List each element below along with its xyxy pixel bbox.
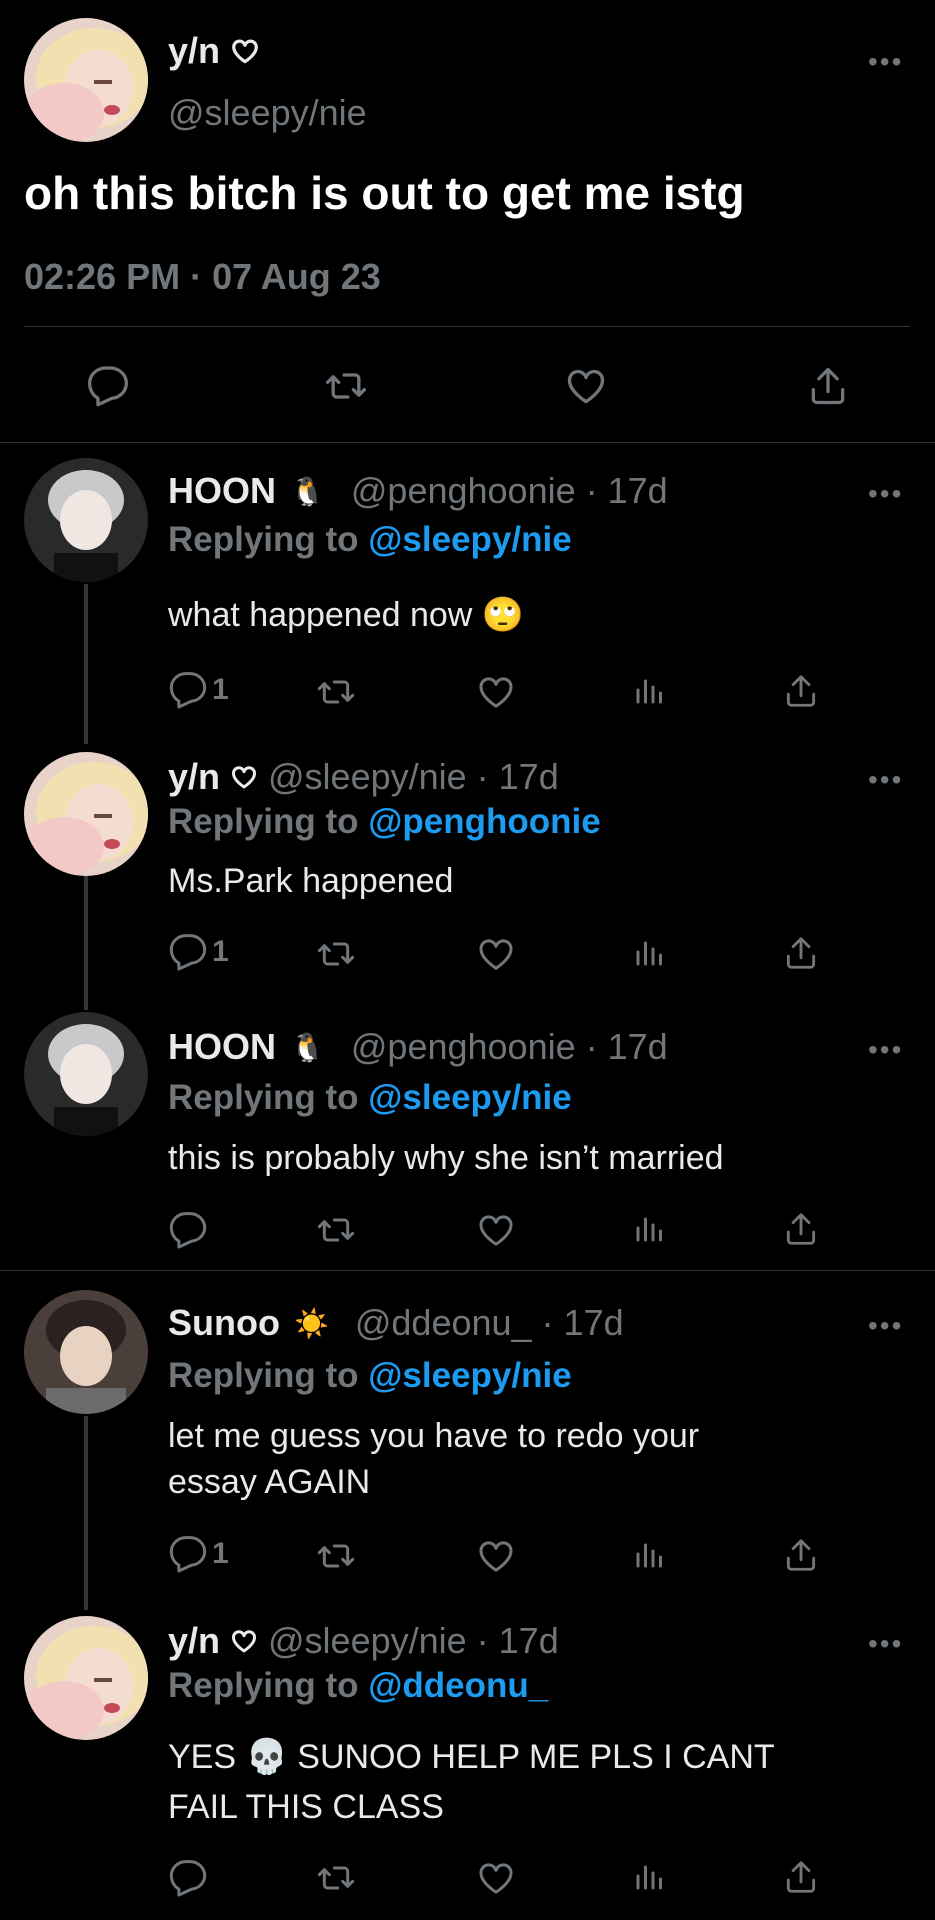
reply-icon[interactable] (168, 1858, 208, 1898)
mention-link[interactable]: @ddeonu_ (368, 1666, 548, 1705)
penguin-emoji: 🐧 (290, 475, 325, 507)
heart-outline-icon (230, 36, 260, 66)
like-icon[interactable] (476, 1210, 516, 1250)
timestamp[interactable]: 02:26 PM · 07 Aug 23 (24, 256, 381, 298)
display-name[interactable]: y/n (168, 756, 220, 798)
divider (0, 1270, 935, 1271)
mention-link[interactable]: @sleepy/nie (368, 520, 571, 559)
like-icon[interactable] (476, 1536, 516, 1576)
more-options-icon[interactable]: ••• (868, 764, 903, 796)
avatar[interactable] (24, 752, 148, 876)
reply-icon[interactable]: 1 (168, 670, 229, 710)
views-icon[interactable] (632, 934, 668, 970)
thread-line (84, 876, 88, 1010)
avatar[interactable] (24, 1616, 148, 1740)
views-icon[interactable] (632, 1858, 668, 1894)
avatar[interactable] (24, 1290, 148, 1414)
like-icon[interactable] (476, 934, 516, 974)
display-name[interactable]: HOON (168, 470, 276, 512)
penguin-emoji: 🐧 (290, 1031, 325, 1063)
share-icon[interactable] (782, 1210, 820, 1248)
tweet-text: this is probably why she isn’t married (168, 1139, 724, 1177)
views-icon[interactable] (632, 1210, 668, 1246)
more-options-icon[interactable]: ••• (868, 1034, 903, 1066)
views-icon[interactable] (632, 672, 668, 708)
handle-time[interactable]: @sleepy/nie · 17d (268, 1620, 559, 1662)
share-icon[interactable] (782, 1536, 820, 1574)
tweet-text: oh this bitch is out to get me istg (24, 167, 745, 219)
replying-to: Replying to @sleepy/nie (168, 520, 572, 559)
retweet-icon[interactable] (324, 364, 368, 408)
share-icon[interactable] (782, 1858, 820, 1896)
avatar[interactable] (24, 458, 148, 582)
heart-outline-icon (230, 1627, 258, 1655)
heart-outline-icon (230, 763, 258, 791)
share-icon[interactable] (782, 934, 820, 972)
display-name[interactable]: y/n (168, 1620, 220, 1662)
tweet-text: Ms.Park happened (168, 862, 454, 900)
mention-link[interactable]: @penghoonie (368, 802, 600, 841)
retweet-icon[interactable] (316, 1210, 356, 1250)
retweet-icon[interactable] (316, 934, 356, 974)
share-icon[interactable] (806, 364, 850, 408)
display-name[interactable]: Sunoo (168, 1302, 280, 1344)
avatar[interactable] (24, 18, 148, 142)
reply-icon[interactable] (168, 1210, 208, 1250)
like-icon[interactable] (476, 672, 516, 712)
reply-icon[interactable] (86, 364, 130, 408)
tweet-text: what happened now 🙄 (168, 596, 525, 634)
thread-line (84, 584, 88, 744)
more-options-icon[interactable]: ••• (868, 1628, 903, 1660)
more-options-icon[interactable]: ••• (868, 1310, 903, 1342)
retweet-icon[interactable] (316, 1858, 356, 1898)
mention-link[interactable]: @sleepy/nie (368, 1356, 571, 1395)
handle-time[interactable]: @ddeonu_ · 17d (355, 1302, 624, 1344)
display-name[interactable]: HOON (168, 1026, 276, 1068)
like-icon[interactable] (564, 364, 608, 408)
retweet-icon[interactable] (316, 1536, 356, 1576)
replying-to: Replying to @sleepy/nie (168, 1078, 572, 1117)
tweet-text: let me guess you have to redo your essay… (168, 1417, 700, 1501)
handle-time[interactable]: @penghoonie · 17d (351, 1026, 668, 1068)
reply-icon[interactable]: 1 (168, 932, 229, 972)
like-icon[interactable] (476, 1858, 516, 1898)
more-options-icon[interactable]: ••• (868, 46, 903, 78)
share-icon[interactable] (782, 672, 820, 710)
divider (0, 442, 935, 443)
more-options-icon[interactable]: ••• (868, 478, 903, 510)
replying-to: Replying to @ddeonu_ (168, 1666, 549, 1705)
retweet-icon[interactable] (316, 672, 356, 712)
views-icon[interactable] (632, 1536, 668, 1572)
display-name[interactable]: y/n (168, 30, 220, 72)
tweet-text: YES 💀 SUNOO HELP ME PLS I CANT FAIL THIS… (168, 1738, 775, 1826)
sun-emoji: ☀️ (293, 1307, 329, 1339)
reply-icon[interactable]: 1 (168, 1534, 229, 1574)
handle-time[interactable]: @penghoonie · 17d (351, 470, 668, 512)
divider (24, 326, 910, 327)
handle-time[interactable]: @sleepy/nie · 17d (268, 756, 559, 798)
thread-line (84, 1416, 88, 1610)
replying-to: Replying to @sleepy/nie (168, 1356, 572, 1395)
mention-link[interactable]: @sleepy/nie (368, 1078, 571, 1117)
replying-to: Replying to @penghoonie (168, 802, 601, 841)
avatar[interactable] (24, 1012, 148, 1136)
handle[interactable]: @sleepy/nie (168, 92, 367, 134)
